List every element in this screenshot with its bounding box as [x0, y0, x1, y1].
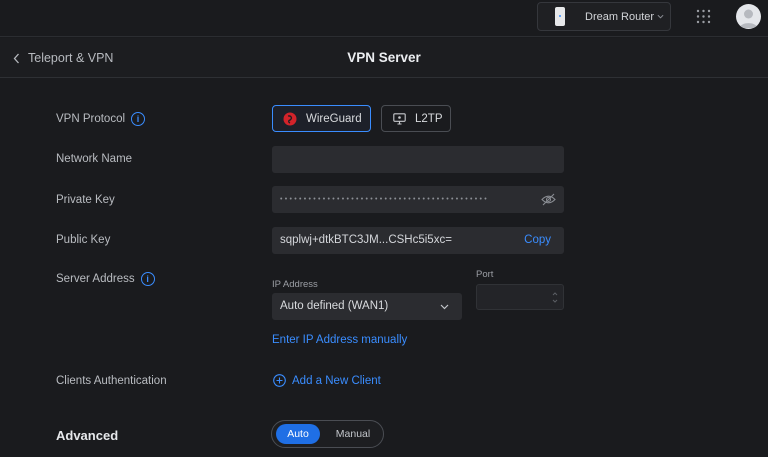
server-address-label: Server Address i	[56, 272, 155, 286]
info-icon[interactable]: i	[131, 112, 146, 126]
private-key-field[interactable]: ••••••••••••••••••••••••••••••••••••••••…	[272, 186, 564, 213]
network-name-label: Network Name	[56, 153, 133, 165]
page-header: Teleport & VPN VPN Server	[0, 38, 768, 78]
eye-off-icon[interactable]	[541, 193, 556, 206]
add-new-client-label: Add a New Client	[292, 374, 381, 387]
monitor-icon	[393, 112, 406, 125]
public-key-label: Public Key	[56, 234, 111, 246]
protocol-l2tp-label: L2TP	[415, 112, 443, 125]
ip-address-value: Auto defined (WAN1)	[280, 300, 389, 312]
device-name: Dream Router	[585, 11, 655, 23]
server-address-label-text: Server Address	[56, 273, 135, 286]
private-key-label: Private Key	[56, 194, 115, 206]
add-new-client-button[interactable]: Add a New Client	[273, 374, 381, 387]
public-key-field: sqplwj+dtkBTC3JM...CSHc5i5xc= Copy	[272, 227, 564, 254]
plus-circle-icon	[273, 374, 286, 387]
avatar[interactable]	[736, 4, 761, 29]
user-icon	[739, 9, 758, 28]
port-label: Port	[476, 269, 494, 280]
public-key-value: sqplwj+dtkBTC3JM...CSHc5i5xc=	[280, 234, 452, 246]
info-icon[interactable]: i	[140, 272, 155, 286]
ip-address-select[interactable]: Auto defined (WAN1)	[272, 293, 462, 320]
router-icon	[555, 7, 565, 26]
chevron-down-icon	[657, 14, 664, 19]
protocol-l2tp-button[interactable]: L2TP	[381, 105, 451, 132]
advanced-auto-option[interactable]: Auto	[276, 424, 320, 444]
wireguard-icon	[283, 112, 297, 125]
private-key-masked: ••••••••••••••••••••••••••••••••••••••••…	[280, 196, 490, 203]
stepper-icon[interactable]	[552, 291, 558, 304]
advanced-label: Advanced	[56, 428, 119, 443]
protocol-wireguard-button[interactable]: WireGuard	[272, 105, 371, 132]
enter-ip-manually-link[interactable]: Enter IP Address manually	[272, 334, 407, 346]
copy-button[interactable]: Copy	[524, 234, 551, 246]
ip-address-label: IP Address	[272, 279, 318, 290]
clients-authentication-label: Clients Authentication	[56, 375, 167, 387]
network-name-input[interactable]	[272, 146, 564, 173]
vpn-protocol-label: VPN Protocol i	[56, 112, 146, 126]
apps-grid-icon[interactable]	[696, 9, 711, 24]
advanced-mode-toggle: Auto Manual	[271, 420, 384, 448]
chevron-down-icon	[440, 304, 449, 310]
protocol-wireguard-label: WireGuard	[306, 112, 362, 125]
port-input[interactable]	[476, 284, 564, 310]
page-title: VPN Server	[347, 50, 421, 65]
device-selector[interactable]: Dream Router	[537, 2, 671, 31]
top-bar: Dream Router	[0, 0, 768, 37]
advanced-manual-option[interactable]: Manual	[328, 424, 378, 444]
vpn-protocol-label-text: VPN Protocol	[56, 113, 126, 126]
